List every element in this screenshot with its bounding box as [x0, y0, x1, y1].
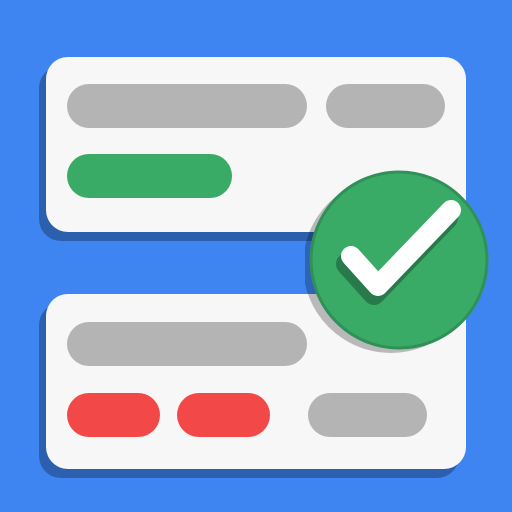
gray-field-bar: [67, 322, 307, 366]
red-error-bar: [67, 393, 160, 437]
app-icon-canvas: [0, 0, 512, 512]
check-circle-icon: [305, 168, 493, 356]
gray-field-bar: [308, 393, 427, 437]
checkmark-icon: [305, 170, 489, 353]
red-error-bar: [177, 393, 270, 437]
gray-field-bar: [67, 84, 307, 128]
gray-field-bar: [326, 84, 445, 128]
green-valid-bar: [67, 154, 232, 198]
